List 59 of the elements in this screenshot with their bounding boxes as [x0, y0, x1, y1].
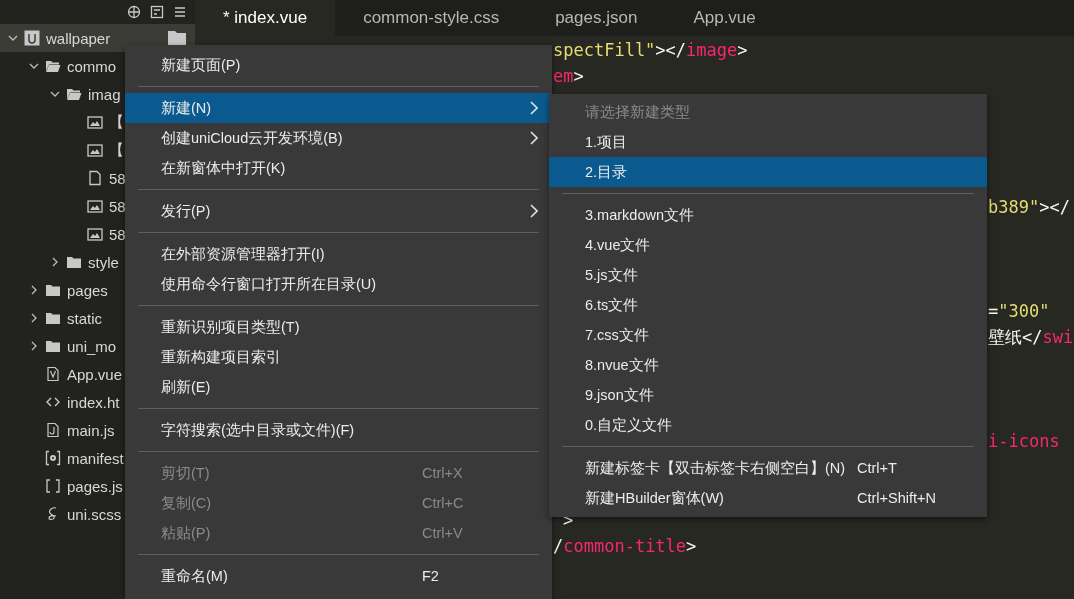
menu-item[interactable]: 9.json文件	[549, 380, 987, 410]
vue-file-icon	[45, 366, 61, 382]
open-folder-icon	[45, 58, 61, 74]
menu-item[interactable]: 在新窗体中打开(K)	[125, 153, 552, 183]
chevron-right-icon	[530, 101, 538, 115]
folder-icon	[45, 310, 61, 326]
menu-item[interactable]: 字符搜索(选中目录或文件)(F)	[125, 415, 552, 445]
menu-item[interactable]: 新建标签卡【双击标签卡右侧空白】(N) Ctrl+T	[549, 453, 987, 483]
chevron-right-icon	[530, 131, 538, 145]
chevron-right-icon	[530, 204, 538, 218]
menu-item[interactable]: 5.js文件	[549, 260, 987, 290]
menu-item[interactable]: 新建(N)	[125, 93, 552, 123]
menu-item[interactable]: 1.项目	[549, 127, 987, 157]
folder-icon	[66, 254, 82, 270]
code-line: em>	[553, 66, 584, 87]
project-icon	[24, 30, 40, 46]
chevron-right-icon[interactable]	[29, 313, 39, 323]
menu-item[interactable]: 新建页面(P)	[125, 50, 552, 80]
chevron-down-icon[interactable]	[50, 89, 60, 99]
target-icon[interactable]	[127, 5, 141, 19]
brackets-icon	[45, 478, 61, 494]
editor-tab[interactable]: * index.vue	[195, 0, 336, 36]
open-folder-icon	[66, 86, 82, 102]
chevron-right-icon[interactable]	[29, 341, 39, 351]
chevron-right-icon[interactable]	[50, 257, 60, 267]
code-line: b389"></	[988, 196, 1070, 217]
menu-item[interactable]: 3.markdown文件	[549, 200, 987, 230]
image-icon	[87, 198, 103, 214]
image-icon	[87, 114, 103, 130]
code-line: spectFill"></image>	[553, 40, 748, 61]
code-line: /common-title>	[553, 535, 697, 556]
menu-icon[interactable]	[173, 5, 187, 19]
menu-item[interactable]: 4.vue文件	[549, 230, 987, 260]
code-line: i-icons	[988, 431, 1060, 452]
code-line: ="300"	[988, 301, 1050, 321]
file-icon	[87, 170, 103, 186]
menu-item[interactable]: 6.ts文件	[549, 290, 987, 320]
code-line: 壁纸</swi	[988, 325, 1074, 349]
menu-item[interactable]: 8.nvue文件	[549, 350, 987, 380]
menu-item[interactable]: 7.css文件	[549, 320, 987, 350]
menu-item[interactable]: 重新识别项目类型(T)	[125, 312, 552, 342]
menu-item[interactable]: 2.目录	[549, 157, 987, 187]
menu-item[interactable]: 重命名(M) F2	[125, 561, 552, 591]
menu-item[interactable]: 创建uniCloud云开发环境(B)	[125, 123, 552, 153]
collapse-icon[interactable]	[150, 5, 164, 19]
folder-icon	[45, 282, 61, 298]
chevron-down-icon[interactable]	[29, 61, 39, 71]
image-icon	[87, 142, 103, 158]
menu-item[interactable]: 使用命令行窗口打开所在目录(U)	[125, 269, 552, 299]
chevron-down-icon[interactable]	[8, 33, 18, 43]
image-icon	[87, 226, 103, 242]
chevron-right-icon[interactable]	[29, 285, 39, 295]
menu-item[interactable]: 0.自定义文件	[549, 410, 987, 440]
settings-icon	[45, 450, 61, 466]
menu-item[interactable]: 刷新(E)	[125, 372, 552, 402]
tree-item[interactable]: wallpaper	[0, 24, 195, 52]
js-file-icon	[45, 422, 61, 438]
folder-icon	[45, 338, 61, 354]
menu-item[interactable]: 重新构建项目索引	[125, 342, 552, 372]
